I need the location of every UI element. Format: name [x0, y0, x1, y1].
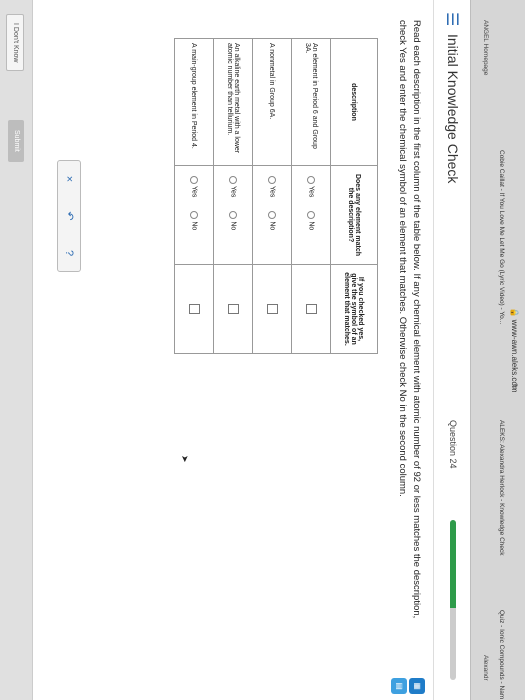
- symbol-input[interactable]: [306, 304, 318, 314]
- progress-fill: [450, 520, 456, 608]
- yes-radio[interactable]: Yes: [307, 176, 315, 197]
- row-match-options: Yes No: [213, 165, 253, 265]
- no-radio[interactable]: No: [268, 211, 276, 230]
- row-symbol-cell: [252, 264, 292, 354]
- calculator-icon[interactable]: ▤: [391, 678, 407, 694]
- side-tools: ▦ ▤: [391, 678, 425, 694]
- radio-circle-icon: [190, 176, 198, 184]
- table-row: A nonmetal in Group 6A. Yes No: [252, 38, 292, 354]
- address-bar[interactable]: 🔒 www-awn.aleks.com: [510, 0, 519, 700]
- row-description: A nonmetal in Group 6A.: [252, 38, 292, 166]
- question-label: Question 24: [448, 420, 458, 469]
- app-header: ☰ Initial Knowledge Check Question 24: [433, 0, 470, 700]
- lock-icon: 🔒: [510, 307, 519, 318]
- row-description: An element in Period 6 and Group 3A.: [291, 38, 331, 166]
- row-symbol-cell: [291, 264, 331, 354]
- row-description: An alkaline earth metal with a lower ato…: [213, 38, 253, 166]
- bookmarks-bar: ANGEL Homepage Alexandr: [477, 0, 489, 700]
- radio-circle-icon: [307, 176, 315, 184]
- instructions: Read each description in the first colum…: [397, 20, 422, 619]
- radio-circle-icon: [307, 211, 315, 220]
- periodic-table-icon[interactable]: ▦: [409, 678, 425, 694]
- hamburger-menu-icon[interactable]: ☰: [442, 12, 462, 26]
- symbol-input[interactable]: [189, 304, 201, 314]
- answer-controls: × ↶ ?: [57, 160, 81, 272]
- tab-quiz[interactable]: Quiz - Ionic Compounds - Nam: [491, 610, 505, 700]
- table-header-row: description Does any element match the d…: [330, 38, 378, 354]
- radio-circle-icon: [229, 211, 237, 220]
- browser-bar: 🔒 www-awn.aleks.com ↻ Cobie Caillat - If…: [470, 0, 525, 700]
- table-body: An element in Period 6 and Group 3A. Yes…: [174, 38, 331, 354]
- row-description: A main-group element in Period 4.: [174, 38, 214, 166]
- reload-icon[interactable]: ↻: [510, 383, 519, 390]
- help-button[interactable]: ?: [60, 235, 78, 271]
- main-content: Read each description in the first colum…: [33, 0, 433, 700]
- yes-radio[interactable]: Yes: [229, 176, 237, 197]
- undo-button[interactable]: ↶: [60, 198, 78, 234]
- page-title: Initial Knowledge Check: [445, 34, 461, 184]
- table-row: A main-group element in Period 4. Yes No: [174, 38, 214, 354]
- yes-radio[interactable]: Yes: [190, 176, 198, 197]
- bookmark-alexandr[interactable]: Alexandr: [482, 655, 489, 681]
- header-match: Does any element match the description?: [330, 165, 378, 265]
- dont-know-button[interactable]: I Don't Know: [6, 14, 24, 72]
- row-symbol-cell: [174, 264, 214, 354]
- header-symbol: If you checked yes, give the symbol of a…: [330, 264, 378, 354]
- no-radio[interactable]: No: [229, 211, 237, 230]
- symbol-input[interactable]: [267, 304, 279, 314]
- tab-strip: Cobie Caillat - If You Love Me Let Me Go…: [491, 0, 505, 700]
- radio-circle-icon: [229, 176, 237, 184]
- table-row: An element in Period 6 and Group 3A. Yes…: [291, 38, 331, 354]
- url-text: www-awn.aleks.com: [510, 319, 519, 393]
- clear-button[interactable]: ×: [60, 161, 78, 197]
- tab-aleks[interactable]: ALEKS: Alexandra Herlock - Knowledge Che…: [491, 420, 505, 570]
- row-match-options: Yes No: [291, 165, 331, 265]
- row-match-options: Yes No: [174, 165, 214, 265]
- screen: 🔒 www-awn.aleks.com ↻ Cobie Caillat - If…: [0, 0, 525, 700]
- row-match-options: Yes No: [252, 165, 292, 265]
- no-radio[interactable]: No: [190, 211, 198, 230]
- submit-button[interactable]: Submit: [8, 120, 24, 162]
- radio-circle-icon: [268, 211, 276, 220]
- mouse-cursor-icon: ➤: [180, 455, 190, 463]
- bookmark-angel[interactable]: ANGEL Homepage: [482, 20, 489, 75]
- symbol-input[interactable]: [228, 304, 240, 314]
- footer: I Don't Know Submit: [0, 0, 33, 700]
- row-symbol-cell: [213, 264, 253, 354]
- progress-bar: [450, 520, 456, 680]
- answer-table: description Does any element match the d…: [174, 38, 378, 354]
- no-radio[interactable]: No: [307, 211, 315, 230]
- radio-circle-icon: [268, 176, 276, 184]
- radio-circle-icon: [190, 211, 198, 220]
- yes-radio[interactable]: Yes: [268, 176, 276, 197]
- table-row: An alkaline earth metal with a lower ato…: [213, 38, 253, 354]
- tab-video[interactable]: Cobie Caillat - If You Love Me Let Me Go…: [491, 150, 505, 340]
- header-description: description: [330, 38, 378, 166]
